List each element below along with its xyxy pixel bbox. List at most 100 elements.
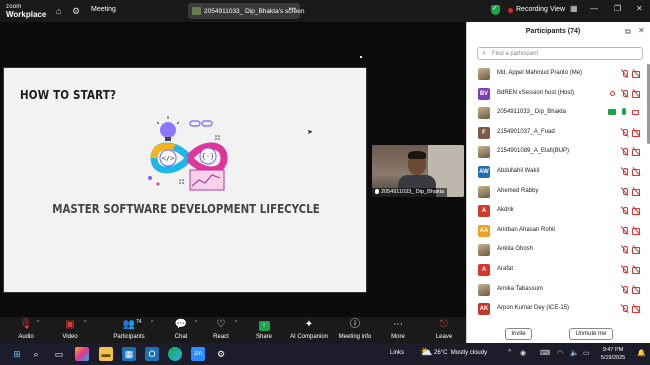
outlook-icon[interactable]: O: [145, 347, 159, 361]
ai-sparkle-icon: ✦: [304, 319, 314, 330]
battery-icon[interactable]: ▭: [583, 349, 590, 357]
mic-muted-icon: [620, 167, 629, 176]
screen-sharing-icon: [608, 109, 616, 116]
more-options-icon[interactable]: •••: [289, 6, 296, 13]
popout-icon[interactable]: ⧉: [625, 27, 631, 37]
camera-off-icon: [632, 265, 641, 274]
more-label: More: [391, 334, 405, 340]
participant-row[interactable]: Arnika Tabassum: [467, 280, 650, 300]
camera-off-icon: [632, 128, 641, 137]
avatar: AW: [478, 165, 490, 178]
slide-heading: HOW TO START?: [20, 88, 117, 102]
keyboard-icon[interactable]: ⌨: [540, 349, 550, 357]
video-off-icon: ▣: [65, 319, 75, 330]
ai-companion-label: AI Companion: [289, 334, 329, 340]
mic-muted-icon: [620, 69, 629, 78]
slide-title: MASTER SOFTWARE DEVELOPMENT LIFECYCLE: [52, 201, 320, 216]
participant-row[interactable]: F 2154901037_A_Fuad: [467, 123, 650, 143]
view-menu[interactable]: View: [550, 6, 565, 13]
settings-icon[interactable]: ⚙: [72, 6, 80, 17]
participant-row[interactable]: AK Arpon Kumar Dey (ICE-15): [467, 299, 650, 319]
more-button[interactable]: ⋯ More: [372, 319, 424, 343]
invite-button[interactable]: Invite: [505, 328, 532, 340]
copilot-icon[interactable]: [75, 347, 89, 361]
participants-panel: Participants (74) ⧉ ✕ ⌕ Find a participa…: [466, 22, 650, 343]
mic-muted-icon: [620, 206, 629, 215]
leave-exit-icon: ⎋: [440, 319, 448, 330]
participant-row[interactable]: Ankita Ghosh: [467, 240, 650, 260]
links-toolbar[interactable]: Links: [390, 350, 404, 356]
panel-footer: Invite Unmute me: [467, 326, 650, 343]
react-chevron-icon[interactable]: ^: [235, 320, 237, 326]
mic-muted-icon: [620, 226, 629, 235]
participant-row[interactable]: AA Anirban Ahasan Rohit: [467, 221, 650, 241]
notification-bell-icon[interactable]: 🔔: [637, 349, 646, 357]
camera-off-icon: [632, 89, 641, 98]
video-options-chevron-icon[interactable]: ^: [84, 320, 86, 326]
participant-row[interactable]: Ahemed Rabby: [467, 182, 650, 202]
windows-taskbar: ⊞ ⌕ ▭ ▬ ▦ O zm ⚙ Links ⛅ 26°C Mostly clo…: [0, 343, 650, 365]
weather-condition: Mostly cloudy: [450, 350, 488, 356]
weather-widget[interactable]: 26°C Mostly cloudy: [434, 350, 487, 356]
start-menu-icon[interactable]: ⊞: [10, 347, 24, 361]
svg-text:</>: </>: [162, 155, 175, 163]
maximize-icon[interactable]: ❐: [614, 4, 621, 13]
taskbar-search-icon[interactable]: ⌕: [29, 347, 43, 361]
ai-companion-button[interactable]: ✦ AI Companion: [283, 319, 335, 343]
avatar: F: [478, 126, 490, 139]
tray-app-icon[interactable]: ◉: [520, 349, 526, 357]
participant-row[interactable]: A Arafat: [467, 260, 650, 280]
participant-row[interactable]: AW Abdullahil Wakil: [467, 162, 650, 182]
participants-chevron-icon[interactable]: ^: [151, 320, 153, 326]
camera-off-icon: [632, 245, 641, 255]
participants-list: Md. Appel Mahmud Pranto (Me) BV BdREN vSes…: [467, 64, 650, 319]
store-icon[interactable]: ▦: [122, 347, 136, 361]
camera-off-icon: [632, 226, 641, 235]
recording-label[interactable]: Recording: [516, 6, 548, 13]
clock[interactable]: 9:47 PM 5/19/2025: [596, 346, 630, 362]
video-label: Video: [62, 334, 78, 340]
sdlc-infinity-icon: </> {·}: [148, 116, 228, 191]
meeting-stage: HOW TO START? </> {·} MASTER SOFTWARE DE…: [0, 22, 466, 317]
video-button[interactable]: ▣ Video ^: [44, 319, 96, 343]
participant-row[interactable]: 2054911033_ Dip_Bhakta: [467, 103, 650, 123]
participants-icon: 👥: [122, 319, 136, 330]
wifi-icon[interactable]: ◠: [557, 349, 563, 357]
minimize-icon[interactable]: —: [590, 4, 598, 13]
zoom-taskbar-icon[interactable]: zm: [191, 347, 205, 361]
file-explorer-icon[interactable]: ▬: [99, 347, 113, 361]
camera-off-icon: [632, 206, 641, 216]
participant-video-tile[interactable]: 2054911033_ Dip_Bhakta: [372, 145, 464, 197]
participant-search-input[interactable]: ⌕ Find a participant: [477, 47, 643, 60]
clock-time: 9:47 PM: [602, 347, 624, 353]
home-icon[interactable]: ⌂: [56, 6, 61, 16]
meeting-tab[interactable]: Meeting: [91, 6, 116, 13]
weather-cloud-icon[interactable]: ⛅: [420, 347, 432, 358]
participant-row[interactable]: 2154901089_A_Elafi(BUP): [467, 142, 650, 162]
task-view-icon[interactable]: ▭: [52, 347, 66, 361]
close-window-icon[interactable]: ✕: [636, 4, 643, 13]
participant-row[interactable]: Md. Appel Mahmud Pranto (Me): [467, 64, 650, 84]
participant-name: Anirban Ahasan Rohit: [497, 226, 556, 233]
share-screen-icon: ↑: [258, 321, 270, 331]
close-panel-icon[interactable]: ✕: [638, 26, 645, 35]
avatar: [478, 146, 490, 159]
audio-options-chevron-icon[interactable]: ^: [37, 320, 39, 326]
settings-taskbar-icon[interactable]: ⚙: [214, 347, 228, 361]
tray-chevron-icon[interactable]: ^: [508, 349, 511, 356]
unmute-me-button[interactable]: Unmute me: [569, 328, 613, 340]
security-shield-icon[interactable]: [491, 4, 500, 15]
volume-icon[interactable]: 🔈: [570, 349, 579, 357]
avatar: [478, 68, 490, 80]
edge-icon[interactable]: [168, 347, 182, 361]
screen-share-indicator[interactable]: 2054911033_ Dip_Bhakta's screen •••: [188, 3, 305, 19]
view-grid-icon[interactable]: ▦: [570, 4, 578, 13]
leave-button[interactable]: ⎋ Leave: [418, 319, 470, 343]
presenter-thumbnail-icon: [192, 7, 201, 15]
participant-row[interactable]: BV BdREN vSession host (Host): [467, 84, 650, 104]
participant-row[interactable]: A Akdrik: [467, 201, 650, 221]
participants-button[interactable]: 👥 74 Participants ^: [103, 319, 155, 343]
slide-marker: [360, 56, 362, 58]
camera-off-icon: [632, 147, 641, 157]
leave-label: Leave: [435, 334, 453, 340]
